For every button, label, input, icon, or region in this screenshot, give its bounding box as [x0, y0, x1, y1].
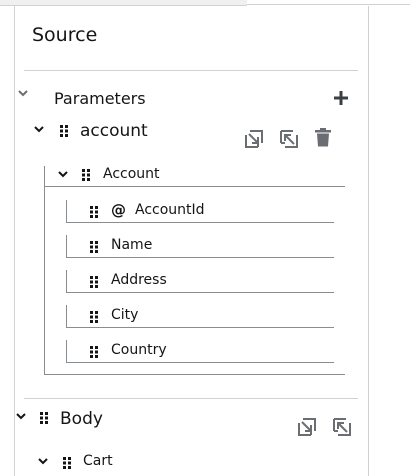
body-export-button[interactable] [297, 417, 317, 437]
drag-handle-icon[interactable] [62, 455, 72, 469]
account-delete-button[interactable] [315, 128, 335, 148]
drag-handle-icon[interactable] [81, 167, 91, 181]
parameters-label: Parameters [54, 89, 146, 108]
account-type-collapse-toggle[interactable] [58, 169, 68, 179]
import-icon [280, 130, 298, 148]
parameters-collapse-toggle[interactable] [18, 88, 28, 98]
chevron-down-icon [38, 458, 48, 465]
account-collapse-toggle[interactable] [34, 124, 44, 134]
field-row-name[interactable]: Name [66, 235, 334, 258]
field-row-city[interactable]: City [66, 305, 334, 328]
title-divider [24, 70, 358, 71]
account-import-button[interactable] [279, 129, 299, 149]
drag-handle-icon[interactable] [89, 309, 99, 323]
account-type-underline [45, 186, 345, 187]
cart-label: Cart [83, 453, 113, 469]
body-collapse-toggle[interactable] [16, 411, 26, 421]
field-label: Name [111, 237, 153, 253]
export-icon [298, 418, 316, 436]
import-icon [333, 418, 351, 436]
field-row-address[interactable]: Address [66, 270, 334, 293]
body-import-button[interactable] [332, 417, 352, 437]
add-parameter-button[interactable] [332, 89, 352, 109]
chevron-down-icon [18, 90, 28, 97]
drag-handle-icon[interactable] [89, 344, 99, 358]
account-type-label: Account [103, 166, 160, 182]
field-row-accountid[interactable]: @ AccountId [66, 200, 334, 223]
chevron-down-icon [16, 413, 26, 420]
trash-icon [315, 128, 331, 147]
body-label: Body [60, 409, 103, 429]
tab-strip-divider [247, 4, 410, 5]
field-row-country[interactable]: Country [66, 340, 334, 363]
export-icon [245, 130, 263, 148]
account-export-button[interactable] [244, 129, 264, 149]
drag-handle-icon[interactable] [89, 239, 99, 253]
field-label: Country [111, 342, 167, 358]
drag-handle-icon[interactable] [59, 123, 69, 137]
plus-icon [334, 91, 348, 105]
drag-handle-icon[interactable] [39, 410, 49, 424]
drag-handle-icon[interactable] [89, 274, 99, 288]
drag-handle-icon[interactable] [89, 204, 99, 218]
field-label: Address [111, 272, 167, 288]
chevron-down-icon [58, 171, 68, 178]
attribute-at-icon: @ [111, 201, 126, 219]
field-label: AccountId [135, 202, 205, 218]
section-divider [24, 398, 358, 399]
chevron-down-icon [34, 126, 44, 133]
cart-collapse-toggle[interactable] [38, 456, 48, 466]
field-label: City [111, 307, 139, 323]
account-param-label: account [80, 121, 148, 141]
panel-title: Source [32, 24, 98, 46]
